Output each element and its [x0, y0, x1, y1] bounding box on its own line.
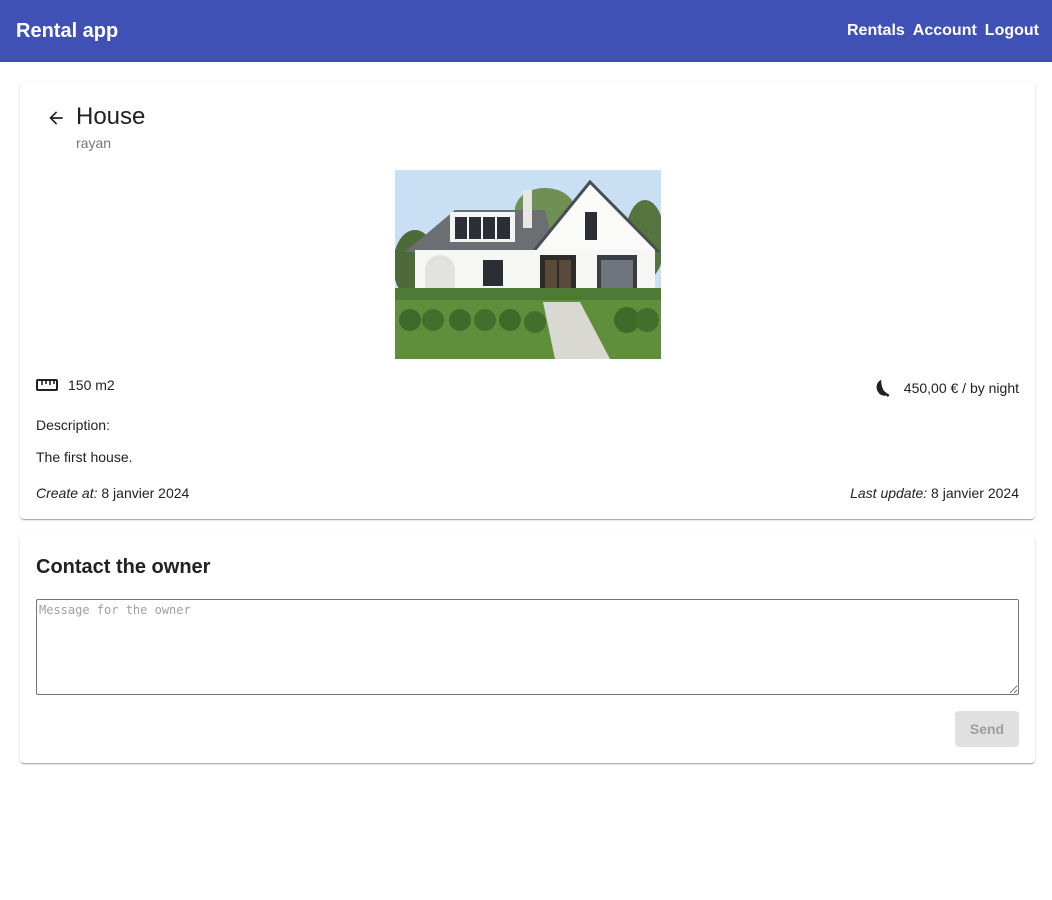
main-nav: Rentals Account Logout — [847, 22, 1039, 40]
message-input[interactable] — [36, 599, 1019, 695]
rental-detail-card: House rayan 150 m2 450,00 € / by night D… — [20, 82, 1035, 519]
nav-logout-link[interactable]: Logout — [985, 22, 1039, 40]
updated-date: Last update: 8 janvier 2024 — [850, 485, 1019, 501]
rental-owner: rayan — [76, 135, 112, 151]
rental-title: House — [76, 103, 146, 130]
updated-value: 8 janvier 2024 — [931, 485, 1019, 501]
night-icon — [876, 379, 890, 398]
ruler-icon — [36, 379, 58, 391]
top-toolbar: Rental app Rentals Account Logout — [0, 0, 1052, 62]
description-label: Description: — [36, 417, 110, 433]
nav-account-link[interactable]: Account — [913, 22, 977, 40]
rental-photo — [395, 170, 661, 359]
created-date: Create at: 8 janvier 2024 — [36, 485, 189, 501]
surface-value: 150 m2 — [68, 377, 115, 393]
app-title: Rental app — [16, 19, 119, 42]
price-value: 450,00 € / by night — [903, 380, 1019, 396]
back-button[interactable] — [44, 106, 68, 130]
updated-label: Last update: — [850, 485, 928, 501]
surface-info: 150 m2 — [36, 377, 115, 393]
send-button[interactable]: Send — [955, 711, 1019, 747]
arrow-back-icon — [49, 111, 63, 125]
price-info: 450,00 € / by night — [872, 377, 1019, 399]
created-label: Create at: — [36, 485, 98, 501]
nav-rentals-link[interactable]: Rentals — [847, 22, 905, 40]
created-value: 8 janvier 2024 — [101, 485, 190, 501]
contact-card: Contact the owner Send — [20, 535, 1035, 763]
description-text: The first house. — [36, 449, 133, 465]
contact-title: Contact the owner — [36, 556, 211, 578]
